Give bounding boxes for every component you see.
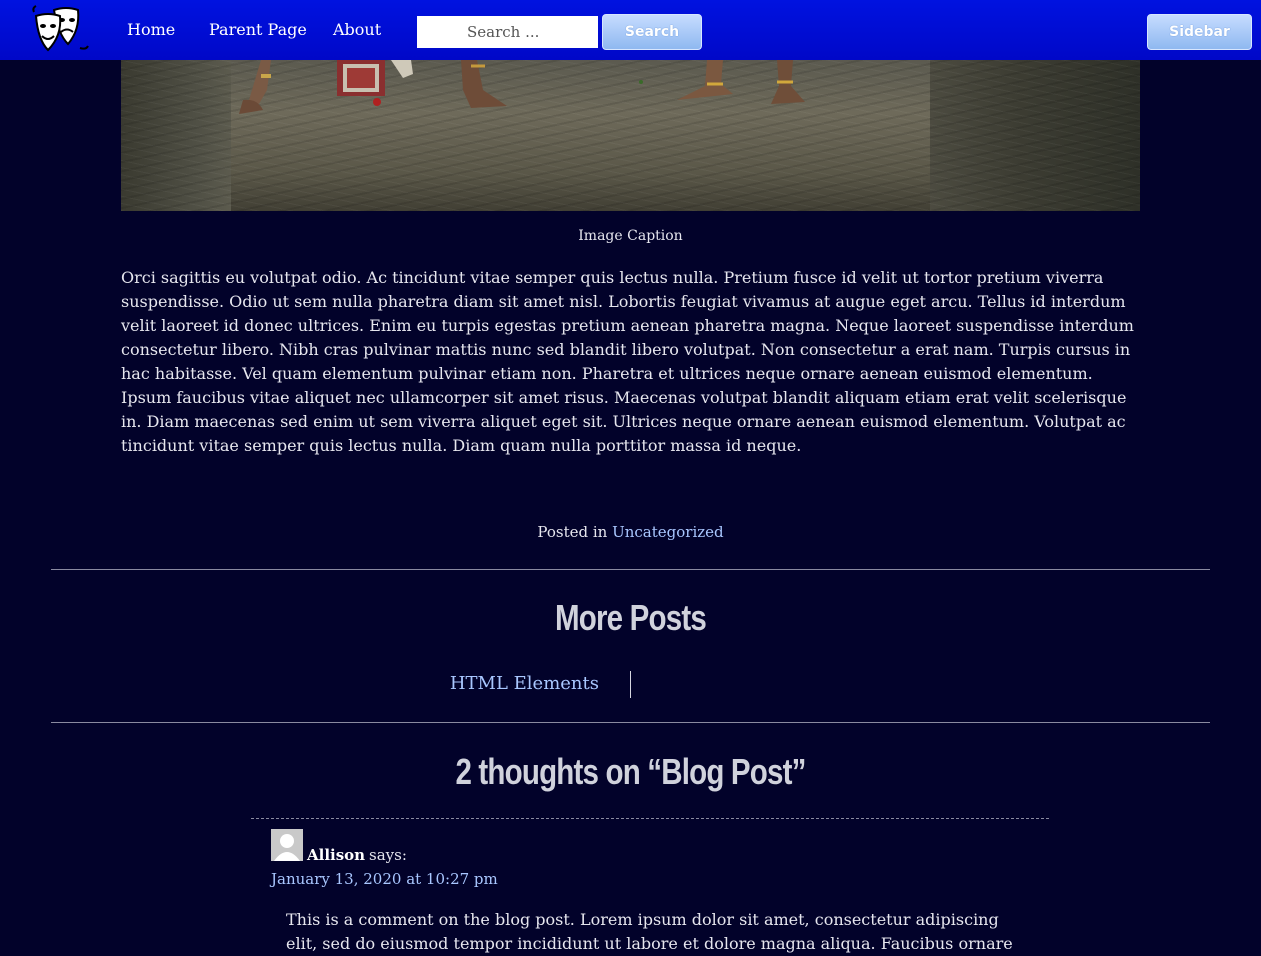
nav-parent-page-link[interactable]: Parent Page <box>209 20 307 39</box>
theater-masks-icon[interactable] <box>30 4 90 54</box>
search-input[interactable] <box>417 16 598 48</box>
sidebar-button[interactable]: Sidebar <box>1147 14 1252 50</box>
comment-date-link[interactable]: January 13, 2020 at 10:27 pm <box>271 870 498 888</box>
posted-in-label: Posted in <box>537 523 608 541</box>
comments-title: 2 thoughts on “Blog Post” <box>455 751 806 792</box>
divider <box>51 569 1210 570</box>
article-body: Orci sagittis eu volutpat odio. Ac tinci… <box>121 268 1134 455</box>
nav-about-link[interactable]: About <box>333 20 381 39</box>
avatar <box>271 829 303 861</box>
post-nav-separator <box>630 671 631 698</box>
search-button[interactable]: Search <box>602 14 702 50</box>
site-header: Home Parent Page About Search Sidebar <box>0 0 1261 60</box>
posted-in: Posted in Uncategorized <box>0 523 1261 541</box>
comment-author: Allison <box>307 846 366 864</box>
nav-home-link[interactable]: Home <box>127 20 175 39</box>
category-link[interactable]: Uncategorized <box>612 523 724 541</box>
image-caption: Image Caption <box>578 228 683 244</box>
default-avatar-icon <box>271 829 303 861</box>
comment-says: says: <box>369 846 407 864</box>
comment-divider <box>251 818 1049 819</box>
featured-image <box>121 60 1140 211</box>
dancers-feet-illustration <box>239 60 805 114</box>
comment-text: This is a comment on the blog post. Lore… <box>286 910 1013 953</box>
divider <box>51 722 1210 723</box>
more-posts-title: More Posts <box>555 597 707 638</box>
previous-post-link[interactable]: HTML Elements <box>400 673 599 694</box>
